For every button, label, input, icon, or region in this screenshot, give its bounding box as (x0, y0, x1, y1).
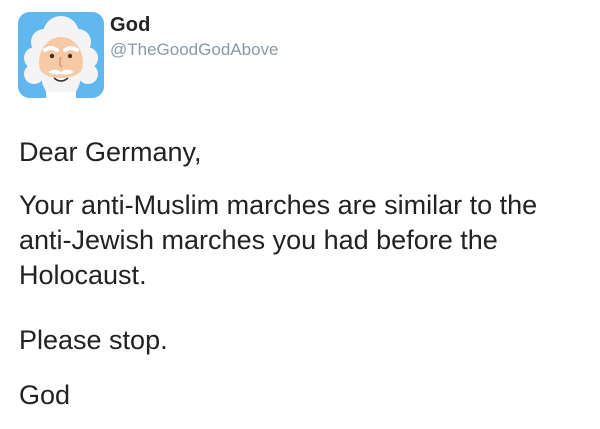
tweet-greeting: Dear Germany, (19, 137, 202, 167)
author-names: God @TheGoodGodAbove (110, 13, 278, 61)
tweet-card: God @TheGoodGodAbove Dear Germany, Your … (0, 0, 600, 429)
bearded-god-avatar-icon (18, 12, 104, 98)
tweet-request: Please stop. (19, 325, 168, 355)
avatar[interactable] (18, 12, 104, 98)
tweet-message: Your anti-Muslim marches are similar to … (19, 190, 538, 290)
tweet-signature: God (19, 380, 71, 410)
user-handle[interactable]: @TheGoodGodAbove (110, 39, 278, 61)
display-name[interactable]: God (110, 13, 278, 37)
